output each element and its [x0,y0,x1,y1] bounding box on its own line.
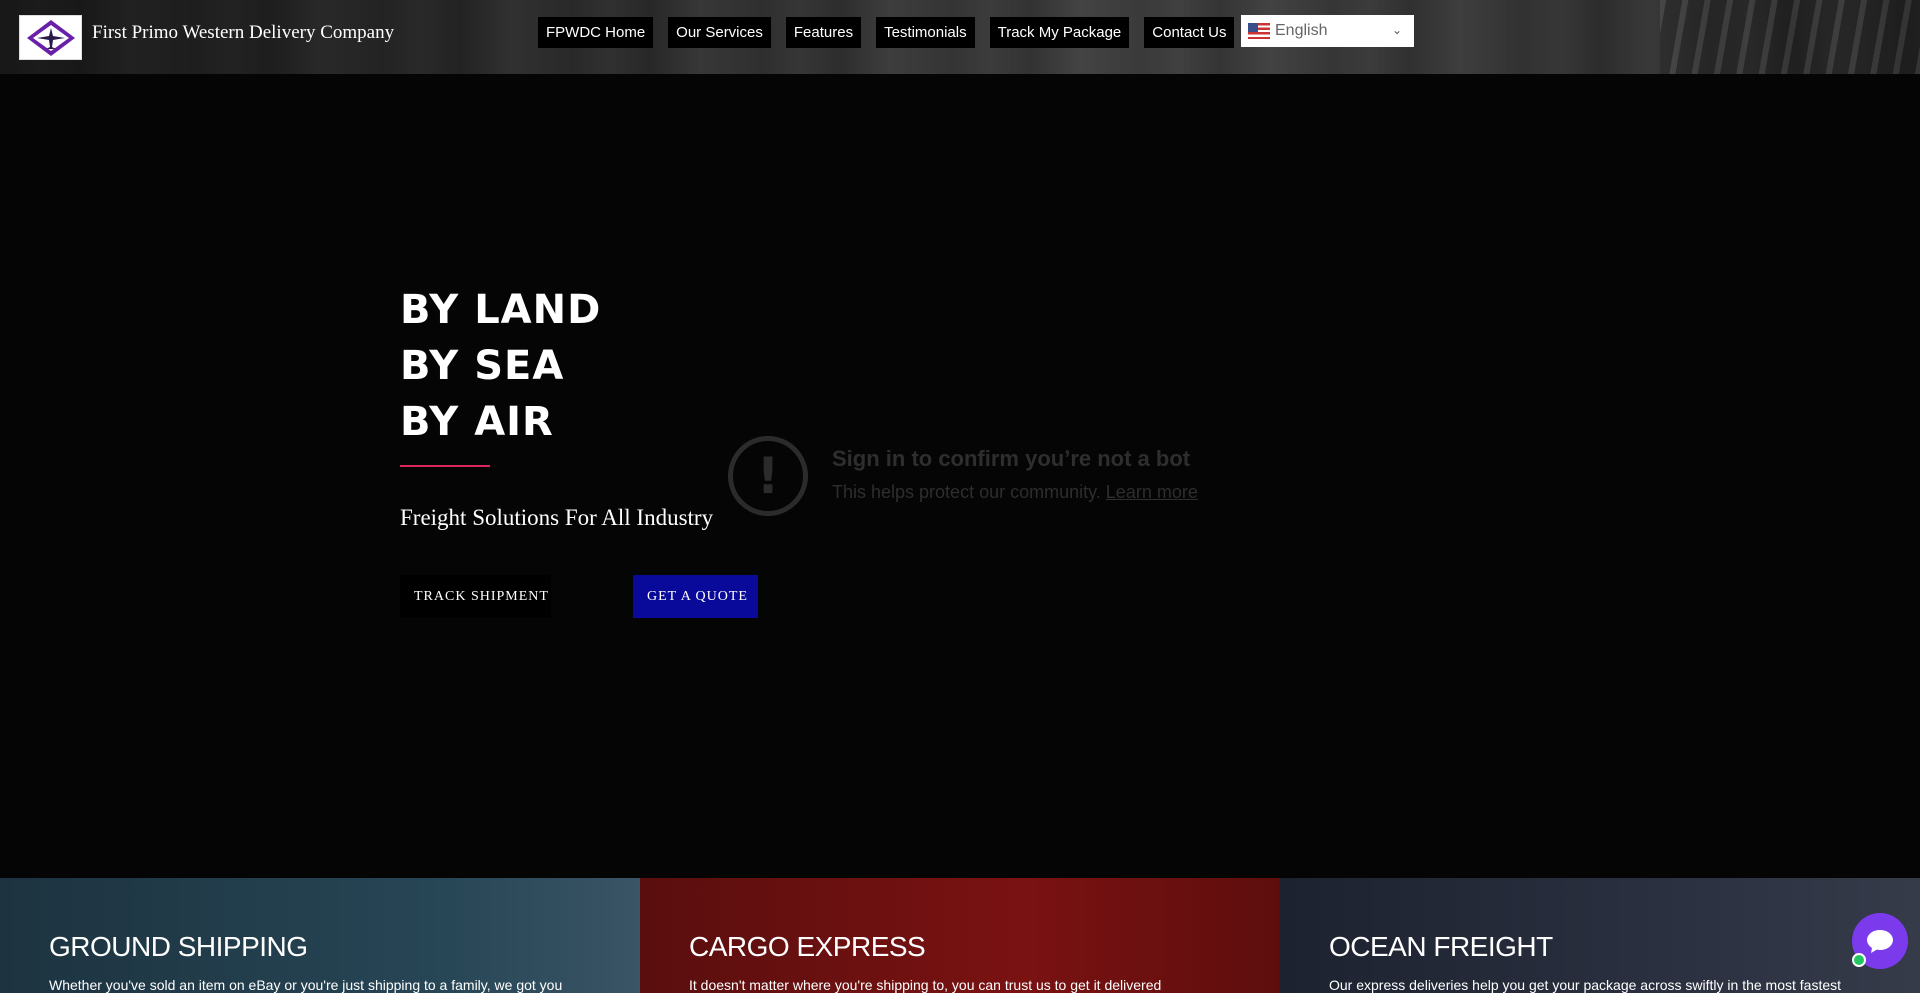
hero-line-sea: BY SEA [400,343,565,389]
airplane-logo-icon [26,19,75,56]
track-shipment-button[interactable]: TRACK SHIPMENT [400,575,551,618]
chevron-down-icon: ⌄ [1391,23,1402,37]
services-panels: GROUND SHIPPING Whether you've sold an i… [0,878,1920,993]
online-status-dot [1852,953,1866,967]
hero-line-land: BY LAND [400,287,602,333]
alert-circle-icon: ! [728,436,808,516]
us-flag-icon [1248,23,1270,39]
nav-item-home[interactable]: FPWDC Home [538,17,654,48]
service-title: GROUND SHIPPING [49,931,308,962]
brand-name[interactable]: First Primo Western Delivery Company [92,22,394,44]
nav-item-features[interactable]: Features [785,17,862,48]
service-panel-ocean[interactable]: OCEAN FREIGHT Our express deliveries hel… [1280,878,1920,993]
service-text: Whether you've sold an item on eBay or y… [49,977,563,993]
site-logo[interactable] [19,15,82,60]
bot-notice-title: Sign in to confirm you’re not a bot [832,446,1191,471]
nav-item-contact[interactable]: Contact Us [1144,17,1235,48]
hero-headline: BY LAND BY SEA BY AIR [400,282,601,450]
learn-more-link[interactable]: Learn more [1106,482,1198,502]
nav-item-track[interactable]: Track My Package [989,17,1130,48]
service-panel-cargo[interactable]: CARGO EXPRESS It doesn't matter where yo… [640,878,1280,993]
bot-notice-description: This helps protect our community. [832,482,1101,502]
get-quote-button[interactable]: GET A QUOTE [633,575,758,618]
hero-divider [400,465,490,467]
language-label: English [1275,22,1328,39]
service-title: OCEAN FREIGHT [1329,931,1553,962]
site-header: First Primo Western Delivery Company FPW… [0,0,1920,74]
bot-notice-text: This helps protect our community. Learn … [832,482,1198,503]
chat-bubble-icon [1867,930,1893,953]
hero-subtitle: Freight Solutions For All Industry [400,505,714,530]
service-text: It doesn't matter where you're shipping … [689,977,1162,993]
nav-item-testimonials[interactable]: Testimonials [876,17,975,48]
main-nav: FPWDC Home Our Services Features Testimo… [538,17,1249,48]
service-panel-ground[interactable]: GROUND SHIPPING Whether you've sold an i… [0,878,640,993]
nav-item-services[interactable]: Our Services [668,17,771,48]
service-title: CARGO EXPRESS [689,931,926,962]
hero-line-air: BY AIR [400,399,554,445]
service-text: Our express deliveries help you get your… [1329,977,1842,993]
language-select[interactable]: English ⌄ [1241,15,1414,47]
